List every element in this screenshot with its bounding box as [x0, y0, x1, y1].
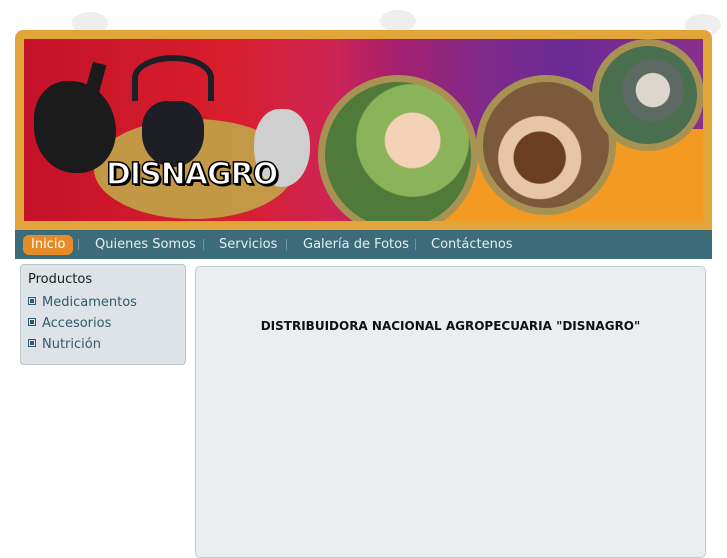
nav-separator — [415, 239, 416, 250]
page-container: DISNAGRO Inicio Quienes Somos Servicios … — [15, 30, 712, 558]
square-bullet-icon — [28, 297, 36, 305]
woman-with-puppy-photo — [318, 75, 478, 221]
nav-item-quienes-somos[interactable]: Quienes Somos — [87, 235, 204, 255]
site-logo: DISNAGRO — [105, 156, 279, 193]
background-paw-decoration — [380, 10, 416, 32]
main-navigation: Inicio Quienes Somos Servicios Galería d… — [15, 230, 712, 259]
nav-separator — [203, 239, 204, 250]
nav-item-servicios[interactable]: Servicios — [211, 235, 285, 255]
sidebar-item-label: Medicamentos — [42, 295, 137, 310]
nav-item-inicio[interactable]: Inicio — [23, 235, 74, 255]
sidebar-item-nutricion[interactable]: Nutrición — [28, 337, 101, 352]
sidebar-item-medicamentos[interactable]: Medicamentos — [28, 295, 137, 310]
sidebar-item-label: Nutrición — [42, 337, 101, 352]
nav-separator — [78, 239, 79, 250]
header-banner: DISNAGRO — [15, 30, 712, 230]
nav-item-contactenos[interactable]: Contáctenos — [423, 235, 521, 255]
page-title: DISTRIBUIDORA NACIONAL AGROPECUARIA "DIS… — [260, 319, 641, 333]
products-sidebar: Productos Medicamentos Accesorios Nutric… — [20, 264, 186, 365]
duck-photo — [592, 39, 703, 151]
sidebar-item-label: Accesorios — [42, 316, 112, 331]
banner-artwork: DISNAGRO — [24, 39, 703, 221]
main-content-panel: DISTRIBUIDORA NACIONAL AGROPECUARIA "DIS… — [195, 266, 706, 558]
sidebar-title: Productos — [28, 272, 93, 287]
square-bullet-icon — [28, 339, 36, 347]
doberman-ear — [85, 61, 107, 93]
square-bullet-icon — [28, 318, 36, 326]
nav-item-galeria-de-fotos[interactable]: Galería de Fotos — [295, 235, 417, 255]
nav-separator — [286, 239, 287, 250]
doberman-illustration — [34, 61, 116, 173]
sidebar-item-accesorios[interactable]: Accesorios — [28, 316, 111, 331]
bull-horns — [132, 55, 214, 101]
